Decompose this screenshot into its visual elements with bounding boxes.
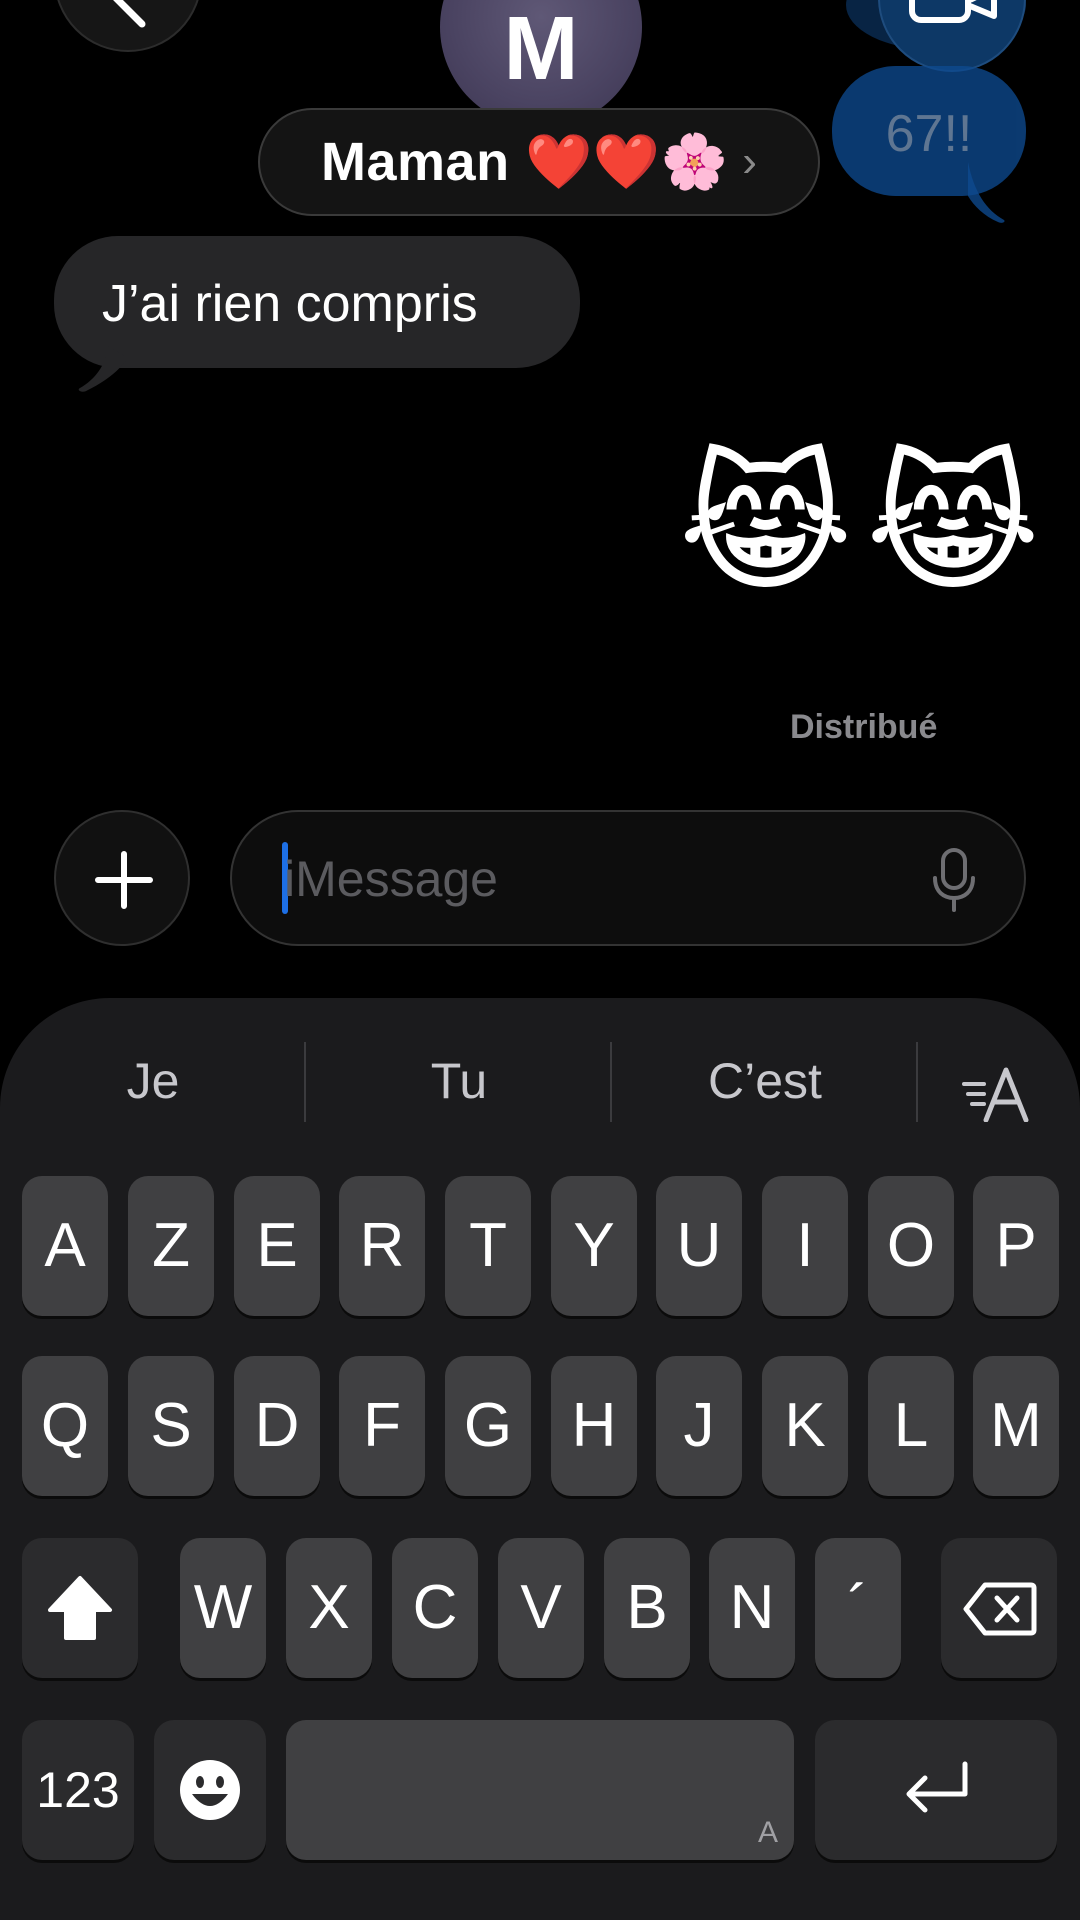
suggestion-3[interactable]: C’est bbox=[612, 1038, 918, 1124]
numbers-key[interactable]: 123 bbox=[22, 1720, 134, 1860]
key-l[interactable]: L bbox=[868, 1356, 954, 1496]
microphone-icon[interactable] bbox=[932, 848, 976, 912]
key-k[interactable]: K bbox=[762, 1356, 848, 1496]
key-p[interactable]: P bbox=[973, 1176, 1059, 1316]
key-o[interactable]: O bbox=[868, 1176, 954, 1316]
avatar-initial: M bbox=[503, 0, 579, 99]
key-c[interactable]: C bbox=[392, 1538, 478, 1678]
key-e[interactable]: E bbox=[234, 1176, 320, 1316]
key-g[interactable]: G bbox=[445, 1356, 531, 1496]
message-input[interactable]: iMessage bbox=[230, 810, 1026, 946]
shift-key[interactable] bbox=[22, 1538, 138, 1678]
space-bar-hint: A bbox=[757, 1816, 778, 1849]
suggestion-divider bbox=[916, 1042, 918, 1122]
outgoing-message-text: 67!! bbox=[885, 105, 973, 163]
space-bar[interactable]: A bbox=[286, 1720, 794, 1860]
apps-plus-button[interactable] bbox=[54, 810, 190, 946]
outgoing-bubble-tail bbox=[968, 162, 1005, 223]
facetime-button[interactable] bbox=[878, 0, 1026, 72]
key-w[interactable]: W bbox=[180, 1538, 266, 1678]
backspace-key[interactable] bbox=[941, 1538, 1057, 1678]
key-m[interactable]: M bbox=[973, 1356, 1059, 1496]
shift-icon bbox=[48, 1576, 112, 1640]
contact-name-pill[interactable]: Maman ❤️❤️🌸 › bbox=[258, 108, 820, 216]
key-z[interactable]: Z bbox=[128, 1176, 214, 1316]
contact-name: Maman ❤️❤️🌸 bbox=[321, 131, 729, 192]
text-format-icon[interactable] bbox=[962, 1066, 1032, 1122]
suggestion-2[interactable]: Tu bbox=[306, 1038, 612, 1124]
key-r[interactable]: R bbox=[339, 1176, 425, 1316]
key-x[interactable]: X bbox=[286, 1538, 372, 1678]
chevron-right-icon: › bbox=[742, 137, 757, 186]
key-h[interactable]: H bbox=[551, 1356, 637, 1496]
message-input-placeholder: iMessage bbox=[284, 851, 498, 907]
key-y[interactable]: Y bbox=[551, 1176, 637, 1316]
delivery-status: Distribué bbox=[790, 708, 938, 746]
key-i[interactable]: I bbox=[762, 1176, 848, 1316]
suggestion-bar: Je Tu C’est bbox=[0, 1038, 1080, 1124]
suggestion-1[interactable]: Je bbox=[0, 1038, 306, 1124]
key-q[interactable]: Q bbox=[22, 1356, 108, 1496]
key-a[interactable]: A bbox=[22, 1176, 108, 1316]
key-v[interactable]: V bbox=[498, 1538, 584, 1678]
key-u[interactable]: U bbox=[656, 1176, 742, 1316]
key-n[interactable]: N bbox=[709, 1538, 795, 1678]
return-key[interactable] bbox=[815, 1720, 1057, 1860]
key-t[interactable]: T bbox=[445, 1176, 531, 1316]
return-icon bbox=[906, 1761, 968, 1813]
incoming-message-bubble[interactable]: J’ai rien compris bbox=[54, 236, 580, 368]
incoming-bubble-tail bbox=[78, 346, 128, 392]
facetime-video-icon bbox=[909, 0, 997, 23]
emoji-key[interactable] bbox=[154, 1720, 266, 1860]
backspace-icon bbox=[963, 1582, 1037, 1636]
plus-icon bbox=[95, 851, 153, 909]
key-f[interactable]: F bbox=[339, 1356, 425, 1496]
back-button[interactable] bbox=[54, 0, 202, 52]
key-d[interactable]: D bbox=[234, 1356, 320, 1496]
outgoing-emoji-message[interactable]: 😹😹 bbox=[678, 450, 1053, 600]
emoji-icon bbox=[180, 1760, 240, 1820]
keyboard: Je Tu C’est A Z E R T Y U I O P Q S D F … bbox=[0, 998, 1080, 1920]
key-j[interactable]: J bbox=[656, 1356, 742, 1496]
back-chevron-icon bbox=[113, 0, 146, 28]
incoming-message-text: J’ai rien compris bbox=[102, 275, 478, 333]
key-b[interactable]: B bbox=[604, 1538, 690, 1678]
key-s[interactable]: S bbox=[128, 1356, 214, 1496]
key-accent[interactable]: ´ bbox=[815, 1538, 901, 1678]
